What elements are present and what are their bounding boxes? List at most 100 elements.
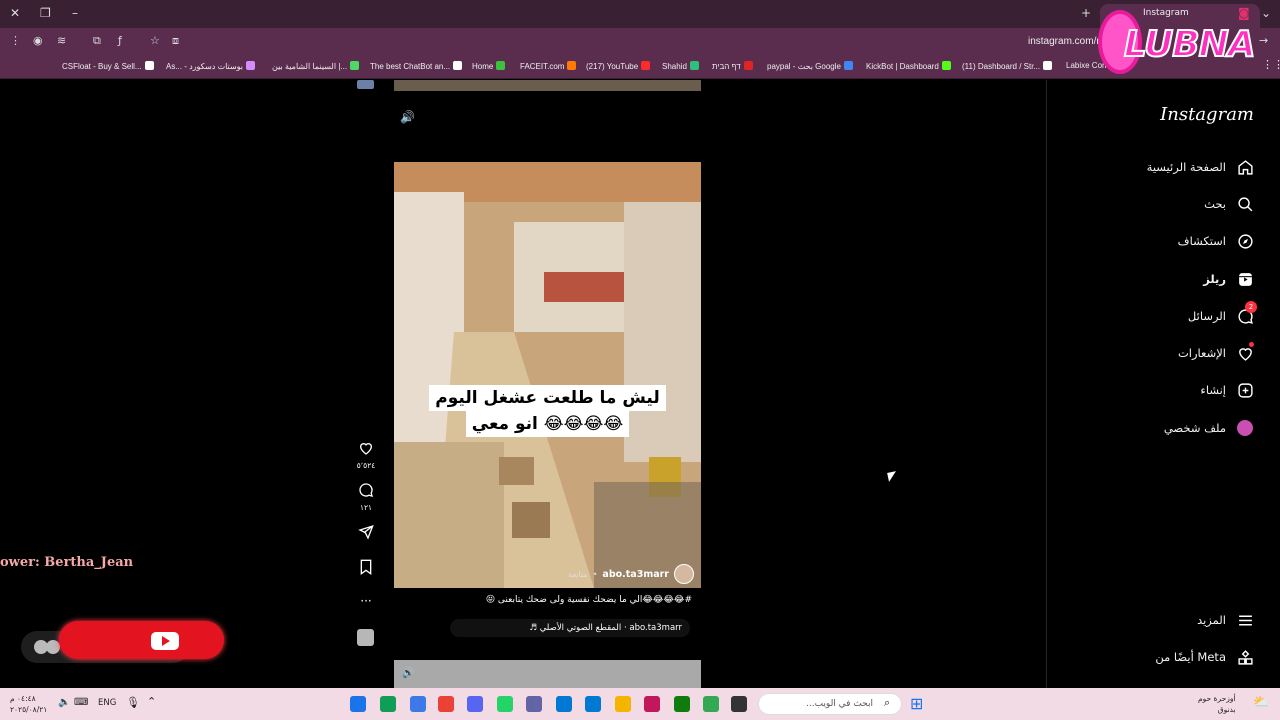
volume-icon[interactable]: 🔈 bbox=[58, 697, 70, 708]
chrome-app-icon[interactable] bbox=[438, 696, 454, 712]
address-bar[interactable]: instagram.com/r bbox=[1028, 36, 1100, 47]
bookmark-item[interactable]: paypal - بحث Google bbox=[767, 61, 853, 71]
nav-search[interactable]: بحث bbox=[1054, 190, 1254, 218]
reel-caption-overlay: ليش ما طلعت عشغل اليوم انو معي 😂😂😂😂 bbox=[425, 385, 670, 443]
store-app-icon[interactable] bbox=[556, 696, 572, 712]
bookmark-icon[interactable] bbox=[359, 559, 373, 575]
minimize-window-icon[interactable]: – bbox=[72, 6, 78, 20]
chrome-app-icon[interactable] bbox=[350, 696, 366, 712]
comment-action[interactable]: ١٢١ bbox=[355, 482, 377, 512]
bookmark-item[interactable]: CSFloat - Buy & Sell... bbox=[62, 61, 154, 71]
bookmark-star-icon[interactable]: ☆ bbox=[150, 34, 160, 47]
bookmark-item[interactable]: (217) YouTube bbox=[586, 61, 651, 71]
author-username[interactable]: abo.ta3marr bbox=[602, 569, 669, 580]
reels-icon bbox=[1236, 270, 1254, 288]
nav-label: الإشعارات bbox=[1177, 346, 1226, 360]
nav-also-from-meta[interactable]: أيضًا من Meta bbox=[1054, 643, 1254, 671]
bookmark-favicon-icon bbox=[246, 61, 256, 70]
separator-dot: • bbox=[592, 569, 598, 579]
app-icon[interactable] bbox=[703, 696, 719, 712]
like-action[interactable]: ٥٬٥٢٤ bbox=[355, 440, 377, 470]
youtube-widget bbox=[59, 621, 224, 659]
reel-video[interactable] bbox=[394, 162, 701, 588]
save-action[interactable] bbox=[355, 559, 377, 579]
copilot-app-icon[interactable] bbox=[644, 696, 660, 712]
share-icon[interactable]: ⧈ bbox=[172, 34, 179, 48]
microphone-icon[interactable]: 🎙 bbox=[126, 696, 140, 709]
audio-thumbnail[interactable] bbox=[357, 629, 374, 646]
forward-icon[interactable]: → bbox=[1259, 34, 1268, 47]
xbox-app-icon[interactable] bbox=[674, 696, 690, 712]
more-options-icon[interactable]: ··· bbox=[355, 594, 377, 608]
tray-chevron-icon[interactable]: ⌃ bbox=[147, 695, 156, 708]
nav-notifications[interactable]: الإشعارات bbox=[1054, 339, 1254, 367]
app-icon[interactable] bbox=[410, 696, 426, 712]
teams-app-icon[interactable] bbox=[526, 696, 542, 712]
nav-create[interactable]: إنشاء bbox=[1054, 376, 1254, 404]
bookmark-favicon-icon bbox=[743, 61, 753, 70]
bookmark-item[interactable]: Home bbox=[472, 61, 506, 71]
next-reel-preview[interactable] bbox=[394, 660, 701, 688]
tune-icon[interactable]: ≋ bbox=[57, 34, 66, 47]
language-indicator[interactable]: ENG bbox=[98, 698, 116, 708]
bookmarks-overflow-icon[interactable]: ⋮⋮ bbox=[1262, 58, 1280, 71]
follow-button[interactable]: متابعة bbox=[568, 570, 588, 579]
taskbar-weather[interactable]: أوزحرة حوم بدنوق bbox=[1198, 693, 1236, 715]
streamer-logo: LUBNA bbox=[1098, 6, 1257, 84]
comment-icon[interactable] bbox=[358, 482, 374, 498]
bookmark-favicon-icon bbox=[144, 61, 154, 70]
bookmark-item[interactable]: דף הבית bbox=[712, 61, 753, 71]
previous-reel-avatar[interactable] bbox=[357, 80, 374, 89]
taskbar-search[interactable]: ابحث في الويب... bbox=[758, 693, 902, 715]
send-icon[interactable] bbox=[358, 524, 374, 540]
taskbar-clock[interactable]: ٠٤:٤٨ م ٢٠٢٥/٠٨/٢١ bbox=[10, 693, 47, 715]
weather-line1: أوزحرة حوم bbox=[1198, 694, 1236, 703]
outlook-app-icon[interactable] bbox=[585, 696, 601, 712]
explore-icon bbox=[1236, 232, 1254, 250]
bookmark-item[interactable]: السينما الشامية بين |... bbox=[272, 61, 360, 71]
profile-avatar-icon[interactable]: ◉ bbox=[33, 34, 43, 47]
bookmark-favicon-icon bbox=[453, 61, 463, 70]
new-tab-icon[interactable]: + bbox=[1081, 6, 1091, 20]
nav-explore[interactable]: استكشاف bbox=[1054, 227, 1254, 255]
menu-dots-icon[interactable]: ⋮ bbox=[10, 34, 21, 47]
app-icon[interactable] bbox=[731, 696, 747, 712]
close-window-icon[interactable]: ✕ bbox=[10, 6, 20, 20]
stream-follower-alert: ower: Bertha_Jean bbox=[0, 555, 134, 570]
share-action[interactable] bbox=[355, 524, 377, 544]
bookmark-item[interactable]: The best ChatBot an... bbox=[370, 61, 463, 71]
bookmark-item[interactable]: KickBot | Dashboard bbox=[866, 61, 951, 71]
tab-search-chevron-icon[interactable]: ⌄ bbox=[1261, 6, 1271, 20]
nav-home[interactable]: الصفحة الرئيسية bbox=[1054, 153, 1254, 181]
heart-outline-icon[interactable] bbox=[358, 440, 374, 456]
bookmark-favicon-icon bbox=[350, 61, 360, 70]
bookmark-item[interactable]: As... - بوستات دسكورد bbox=[166, 61, 256, 71]
windows-start-icon[interactable]: ⊞ bbox=[910, 694, 923, 713]
bookmark-item[interactable]: (11) Dashboard / Str... bbox=[962, 61, 1053, 71]
nav-label: أيضًا من Meta bbox=[1155, 650, 1226, 664]
speaker-icon[interactable]: 🔊 bbox=[402, 668, 414, 679]
restore-window-icon[interactable]: ❐ bbox=[40, 6, 51, 20]
messenger-icon: 2 bbox=[1236, 301, 1257, 325]
file-explorer-icon[interactable] bbox=[615, 696, 631, 712]
nav-reels[interactable]: ريلز bbox=[1054, 265, 1254, 293]
instagram-logo[interactable]: Instagram bbox=[1160, 104, 1254, 125]
author-avatar[interactable] bbox=[674, 564, 694, 584]
like-count: ٥٬٥٢٤ bbox=[356, 461, 376, 470]
nav-profile[interactable]: ملف شخصي bbox=[1054, 414, 1254, 442]
reel-audio-link[interactable]: abo.ta3marr · المقطع الصوتي الأصلي ♬ bbox=[450, 619, 690, 637]
nav-messages[interactable]: 2 الرسائل bbox=[1054, 301, 1257, 330]
extension-f-icon[interactable]: ƒ bbox=[118, 34, 122, 47]
nav-more[interactable]: المزيد bbox=[1054, 606, 1254, 634]
speaker-icon[interactable]: 🔊 bbox=[400, 110, 415, 124]
network-icon[interactable]: ⌨ bbox=[74, 697, 88, 708]
discord-app-icon[interactable] bbox=[467, 696, 483, 712]
whatsapp-app-icon[interactable] bbox=[497, 696, 513, 712]
previous-reel-preview[interactable] bbox=[394, 80, 701, 91]
bookmarks-bar: CSFloat - Buy & Sell... As... - بوستات د… bbox=[0, 55, 1280, 79]
obs-app-icon[interactable] bbox=[380, 696, 396, 712]
extensions-icon[interactable]: ⧉ bbox=[93, 34, 101, 48]
streamer-logo-text: LUBNA bbox=[1123, 23, 1257, 66]
bookmark-item[interactable]: Shahid bbox=[662, 61, 699, 71]
bookmark-item[interactable]: FACEIT.com bbox=[520, 61, 577, 71]
